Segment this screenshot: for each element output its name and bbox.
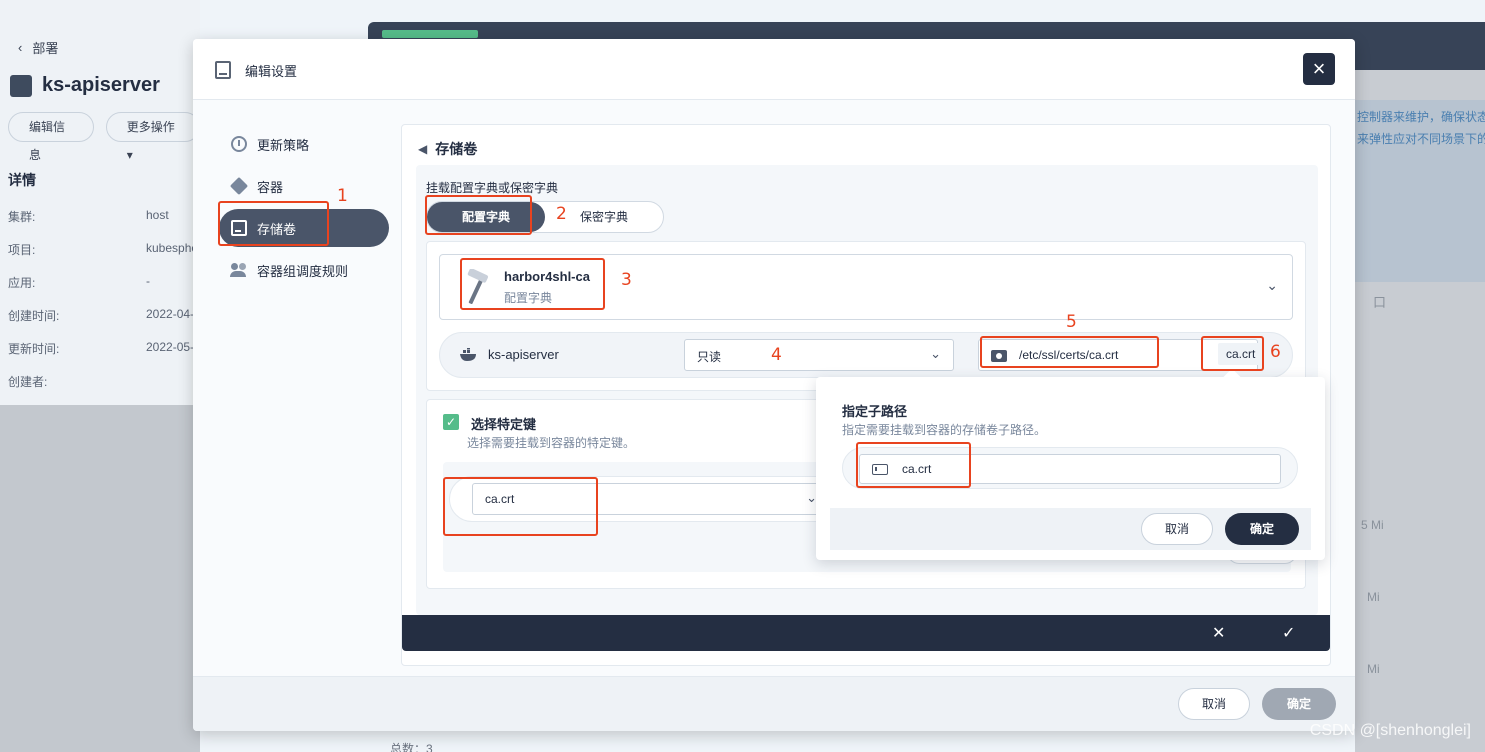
- nav-item-pod-scheduling[interactable]: 容器组调度规则: [219, 251, 389, 289]
- key-select[interactable]: ca.crt ⌄: [472, 483, 826, 515]
- detail-row: 创建时间: 2022-04-: [8, 307, 195, 323]
- disk-icon: [231, 220, 247, 236]
- detail-row: 应用: -: [8, 274, 150, 290]
- sub-path-input[interactable]: ca.crt: [859, 454, 1281, 484]
- mount-path-input[interactable]: /etc/ssl/certs/ca.crt: [978, 339, 1258, 371]
- tab-configmap[interactable]: 配置字典: [427, 202, 545, 232]
- workload-title: ks-apiserver: [10, 74, 160, 97]
- specific-keys-title: 选择特定键: [471, 417, 537, 432]
- mount-label: 挂载配置字典或保密字典: [426, 181, 559, 195]
- container-mount-row: ks-apiserver 只读 ⌄ /etc/ssl/certs/ca.crt …: [439, 332, 1293, 378]
- close-button[interactable]: ×: [1303, 53, 1335, 85]
- annotation-number: 5: [1066, 312, 1077, 332]
- volume-action-bar: ✕ ✓: [402, 615, 1330, 651]
- background-overlay: [0, 405, 200, 752]
- detail-row: 更新时间: 2022-05-: [8, 340, 195, 356]
- chevron-down-icon: ⌄: [1266, 277, 1278, 293]
- camera-icon: [991, 350, 1007, 362]
- popover-footer: 取消 确定: [830, 508, 1311, 550]
- hammer-icon: [467, 269, 489, 305]
- annotation-number: 6: [1270, 342, 1281, 362]
- detail-row: 创建者:: [8, 375, 48, 389]
- popover-title: 指定子路径: [842, 404, 908, 419]
- workload-name: ks-apiserver: [42, 74, 160, 96]
- modal-title: 编辑设置: [245, 64, 298, 79]
- background-right-panel: 控制器来维护，确保状态 来弹性应对不同场景下的 口 5 Mi Mi Mi: [1355, 70, 1485, 752]
- back-label: 部署: [32, 41, 59, 56]
- volume-config-box: harbor4shl-ca 配置字典 ⌄ ks-apiserver 只读 ⌄ /…: [426, 241, 1306, 391]
- storage-icon: [215, 61, 231, 79]
- status-strip: [382, 30, 478, 38]
- workload-icon: [10, 74, 32, 97]
- specific-keys-checkbox[interactable]: ✓: [443, 414, 459, 430]
- nav-label: 更新策略: [257, 137, 310, 153]
- close-icon: ×: [1312, 56, 1326, 81]
- details-heading: 详情: [8, 172, 36, 188]
- annotation-number: 2: [556, 204, 567, 224]
- sub-path-tag[interactable]: ca.crt: [1218, 343, 1264, 365]
- nav-item-containers[interactable]: 容器: [219, 167, 389, 205]
- annotation-number: 1: [337, 186, 348, 206]
- annotation-number: 3: [621, 270, 632, 290]
- modal-header: 编辑设置: [193, 39, 1355, 100]
- more-actions-button[interactable]: 更多操作 ▾: [105, 112, 200, 162]
- annotation-number: 4: [771, 345, 782, 365]
- cancel-button[interactable]: 取消: [1178, 688, 1250, 720]
- mi-label: 5 Mi: [1361, 518, 1384, 532]
- resource-type: 配置字典: [504, 291, 553, 305]
- modal-footer: 取消 确定: [193, 676, 1355, 731]
- specific-keys-description: 选择需要挂载到容器的特定键。: [467, 436, 636, 450]
- chevron-down-icon: ⌄: [930, 346, 941, 361]
- bg-letter: 口: [1373, 295, 1387, 310]
- container-name: ks-apiserver: [488, 347, 559, 362]
- mi-label: Mi: [1367, 662, 1380, 676]
- popover-cancel-button[interactable]: 取消: [1141, 513, 1213, 545]
- back-link[interactable]: ‹ 部署: [18, 38, 58, 57]
- detail-row: 集群: host: [8, 208, 169, 224]
- nav-label: 存储卷: [257, 221, 297, 237]
- resource-select[interactable]: harbor4shl-ca 配置字典 ⌄: [439, 254, 1293, 320]
- discard-volume-button[interactable]: ✕: [1212, 623, 1225, 643]
- cube-icon: [229, 176, 249, 196]
- nav-item-update-strategy[interactable]: 更新策略: [219, 125, 389, 163]
- nav-label: 容器: [257, 179, 284, 195]
- edit-info-button[interactable]: 编辑信息: [8, 112, 94, 162]
- sub-path-row: ca.crt: [842, 447, 1298, 489]
- back-arrow-icon: ◀: [418, 142, 428, 156]
- popover-ok-button[interactable]: 确定: [1225, 513, 1299, 545]
- ok-button[interactable]: 确定: [1262, 688, 1336, 720]
- settings-nav: 更新策略 容器 存储卷 容器组调度规则: [219, 125, 389, 293]
- clock-icon: [231, 136, 247, 152]
- section-title[interactable]: ◀ 存储卷: [418, 139, 477, 159]
- resource-name: harbor4shl-ca: [504, 269, 590, 284]
- total-count: 总数：3: [390, 742, 433, 752]
- access-mode-select[interactable]: 只读 ⌄: [684, 339, 954, 371]
- popover-description: 指定需要挂载到容器的存储卷子路径。: [842, 423, 1047, 437]
- sub-path-popover: 指定子路径 指定需要挂载到容器的存储卷子路径。 ca.crt 取消 确定: [816, 368, 1325, 560]
- users-icon: [230, 262, 247, 278]
- file-icon: [872, 464, 888, 475]
- chevron-left-icon: ‹: [18, 40, 23, 55]
- detail-row: 项目: kubesphe: [8, 241, 199, 257]
- nav-label: 容器组调度规则: [257, 263, 349, 279]
- confirm-volume-button[interactable]: ✓: [1282, 623, 1295, 643]
- info-banner: 控制器来维护，确保状态 来弹性应对不同场景下的: [1355, 100, 1485, 282]
- docker-icon: [460, 348, 476, 361]
- resource-type-tabs: 配置字典 保密字典: [426, 201, 664, 233]
- nav-item-volumes[interactable]: 存储卷: [219, 209, 389, 247]
- watermark: CSDN @[shenhonglei]: [1309, 722, 1471, 739]
- mi-label: Mi: [1367, 590, 1380, 604]
- check-icon: ✓: [445, 415, 457, 429]
